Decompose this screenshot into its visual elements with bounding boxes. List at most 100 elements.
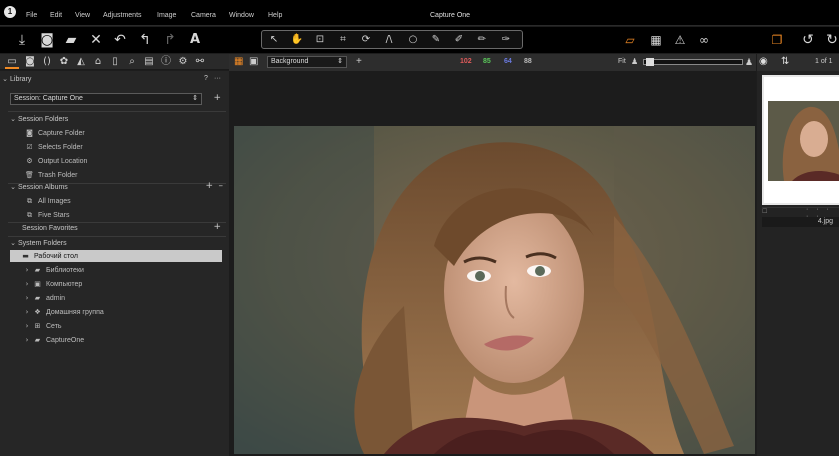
add-album-icon[interactable]: + (205, 181, 213, 191)
folder-icon[interactable]: ▰ (61, 30, 81, 50)
output-tab-icon[interactable]: ▤ (142, 55, 156, 69)
search-tab-icon[interactable]: ⌕ (125, 55, 139, 69)
app-logo-icon[interactable]: 1 (4, 6, 16, 18)
batch-tab-icon[interactable]: ⚯ (193, 55, 207, 69)
session-select[interactable]: Session: Capture One ⇕ (10, 93, 202, 105)
zoom-slider[interactable] (643, 58, 743, 66)
session-albums-header[interactable]: ⌄ Session Albums (8, 181, 237, 193)
gradient-icon[interactable]: ✏ (471, 32, 493, 48)
add-variant-icon[interactable]: + (356, 56, 362, 67)
import-icon[interactable]: ⤓ (12, 30, 32, 50)
warning-icon[interactable]: ⚠ (670, 30, 690, 50)
camera-icon[interactable]: ◙ (37, 30, 57, 50)
grid-icon[interactable]: ▦ (646, 30, 666, 50)
library-header[interactable]: ⌄ Library ? ··· (0, 73, 229, 85)
sidebar-item-output-location[interactable]: ⚙ Output Location (24, 155, 253, 167)
sort-icon[interactable]: ⇅ (781, 56, 789, 67)
sidebar-item-trash-folder[interactable]: 🗑 Trash Folder (24, 169, 253, 181)
exposure-warning-icon[interactable]: ▱ (620, 30, 640, 50)
select-icon[interactable]: ↖ (263, 32, 285, 48)
brush-icon[interactable]: ✎ (425, 32, 447, 48)
more-icon[interactable]: ··· (214, 73, 221, 85)
viewer-photo[interactable] (234, 126, 755, 454)
menu-help[interactable]: Help (268, 12, 282, 20)
browser-toolbar: ♟ ◉ ⇅ 1 of 1 (745, 54, 839, 71)
circle-icon[interactable]: ○ (402, 32, 424, 48)
crop-icon[interactable]: ⌗ (332, 32, 354, 48)
exposure-tab-icon[interactable]: ◭ (74, 55, 88, 69)
checkbox-icon[interactable]: ☐ (762, 208, 767, 215)
album-icon: ⧉ (27, 211, 32, 219)
histogram-red: 102 (460, 58, 472, 65)
chevron-right-icon[interactable]: › (22, 264, 32, 276)
sidebar-item-capture-folder[interactable]: ◙ Capture Folder (24, 127, 253, 139)
add-session-icon[interactable]: + (213, 93, 221, 103)
adjust-tab-icon[interactable]: ▯ (108, 55, 122, 69)
menu-camera[interactable]: Camera (191, 12, 216, 20)
eraser-icon[interactable]: ✐ (448, 32, 470, 48)
redo-icon[interactable]: ↱ (160, 30, 180, 50)
sidebar-item-network[interactable]: › ⊞ Сеть (22, 320, 251, 332)
single-view-icon[interactable]: ▣ (249, 56, 258, 67)
zoom-out-icon[interactable]: ♟ (631, 57, 638, 66)
undo-icon[interactable]: ↰ (135, 30, 155, 50)
copy-apply-icon[interactable]: ❐ (767, 30, 787, 50)
sidebar-item-homegroup[interactable]: › ❖ Домашняя группа (22, 306, 251, 318)
menu-view[interactable]: View (75, 12, 90, 20)
add-favorite-icon[interactable]: + (213, 222, 221, 232)
eye-icon[interactable]: ◉ (759, 56, 768, 67)
help-icon[interactable]: ? (204, 73, 208, 85)
sidebar-item-five-stars[interactable]: ⧉ Five Stars (24, 209, 253, 221)
sidebar-item-admin[interactable]: › ▰ admin (22, 292, 251, 304)
sidebar-item-all-images[interactable]: ⧉ All Images (24, 195, 253, 207)
rotate-icon[interactable]: ⟳ (355, 32, 377, 48)
thumbnail[interactable] (762, 75, 839, 205)
color-tab-icon[interactable]: ✿ (57, 55, 71, 69)
keystone-icon[interactable]: /\ (378, 32, 400, 48)
background-select[interactable]: Background ⇕ (267, 56, 347, 68)
chevron-down-icon: ⌄ (2, 75, 8, 83)
reset-icon[interactable]: ↺ (798, 30, 818, 50)
sidebar-item-desktop[interactable]: ▬ Рабочий стол (10, 250, 222, 262)
menu-adjustments[interactable]: Adjustments (103, 12, 142, 20)
system-folders-header[interactable]: ⌄ System Folders (8, 237, 237, 249)
zoom-slider-handle[interactable] (646, 58, 654, 66)
library-tab-icon[interactable]: ▭ (5, 55, 19, 69)
chevron-right-icon[interactable]: › (22, 292, 32, 304)
rotate-view-icon[interactable]: ↻ (822, 30, 839, 50)
remove-album-icon[interactable]: – (219, 181, 224, 191)
menu-edit[interactable]: Edit (50, 12, 62, 20)
delete-icon[interactable]: ✕ (86, 30, 106, 50)
histogram-luma: 88 (524, 58, 532, 65)
text-icon[interactable]: A (185, 30, 205, 50)
lens-tab-icon[interactable]: () (40, 55, 54, 69)
thumbnail-rating[interactable]: ☐ · · · · · (762, 206, 839, 220)
fit-label[interactable]: Fit (618, 58, 626, 65)
metadata-tab-icon[interactable]: ⓘ (159, 55, 173, 69)
background-label: Background (271, 58, 309, 65)
clone-icon[interactable]: ✑ (495, 32, 517, 48)
chevron-right-icon[interactable]: › (22, 278, 32, 290)
proof-icon[interactable]: ∞ (694, 30, 714, 50)
capture-tab-icon[interactable]: ◙ (23, 55, 37, 69)
sidebar-item-selects-folder[interactable]: ☑ Selects Folder (24, 141, 253, 153)
chevron-right-icon[interactable]: › (22, 306, 32, 318)
session-folders-header[interactable]: ⌄ Session Folders (8, 113, 237, 125)
undo-all-icon[interactable]: ↶ (110, 30, 130, 50)
pan-icon[interactable]: ✋ (286, 32, 308, 48)
settings-tab-icon[interactable]: ⚙ (176, 55, 190, 69)
menu-image[interactable]: Image (157, 12, 176, 20)
details-tab-icon[interactable]: ⌂ (91, 55, 105, 69)
menu-window[interactable]: Window (229, 12, 254, 20)
sidebar-item-computer[interactable]: › ▣ Компьютер (22, 278, 251, 290)
multi-view-icon[interactable]: ▦ (234, 56, 243, 67)
loupe-icon[interactable]: ⊡ (309, 32, 331, 48)
chevron-right-icon[interactable]: › (22, 334, 32, 346)
menu-file[interactable]: File (26, 12, 37, 20)
chevron-right-icon[interactable]: › (22, 320, 32, 332)
tool-tabs: ▭ ◙ () ✿ ◭ ⌂ ▯ ⌕ ▤ ⓘ ⚙ ⚯ (0, 54, 229, 70)
sidebar-item-captureone[interactable]: › ▰ CaptureOne (22, 334, 251, 346)
sidebar-item-libraries[interactable]: › ▰ Библиотеки (22, 264, 251, 276)
user-icon[interactable]: ♟ (745, 57, 753, 68)
chevron-updown-icon: ⇕ (337, 58, 343, 65)
